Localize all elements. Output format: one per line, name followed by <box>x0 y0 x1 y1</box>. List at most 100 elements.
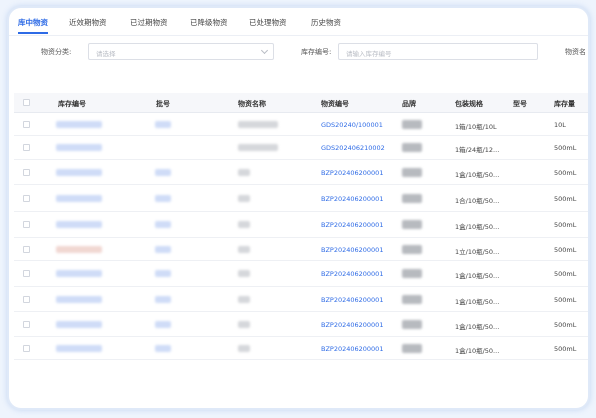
package-spec: 1盒/10瓶/50... <box>455 272 500 280</box>
col-package-spec: 包装规格 <box>455 100 483 108</box>
category-select[interactable]: 请选择 <box>88 43 274 60</box>
table-row[interactable]: GDS202406210002 1箱/24瓶/12... 500mL <box>14 136 588 160</box>
material-code-link[interactable]: BZP202406200001 <box>321 246 383 254</box>
stock-qty: 10L <box>554 121 566 129</box>
category-label: 物资分类: <box>41 48 72 56</box>
col-material-name: 物资名称 <box>238 100 266 108</box>
col-stock-qty: 库存量 <box>554 100 575 108</box>
batch-no-redacted <box>155 246 171 253</box>
col-brand: 品牌 <box>402 100 416 108</box>
table-header: 库存编号 批号 物资名称 物资编号 品牌 包装规格 型号 库存量 <box>14 93 588 113</box>
material-code-link[interactable]: GDS202406210002 <box>321 144 385 152</box>
row-checkbox[interactable] <box>23 270 30 277</box>
batch-no-redacted <box>155 195 171 202</box>
package-spec: 1盒/10瓶/50... <box>455 298 500 306</box>
material-code-link[interactable]: BZP202406200001 <box>321 345 383 353</box>
tab-bar: 库中物资 近效期物资 已过期物资 已降级物资 已处理物资 历史物资 <box>9 8 588 36</box>
stock-qty: 500mL <box>554 169 577 177</box>
material-name-label: 物资名 <box>565 48 586 56</box>
brand-redacted <box>402 245 422 254</box>
row-checkbox[interactable] <box>23 121 30 128</box>
package-spec: 1盒/10瓶/50... <box>455 171 500 179</box>
table-row[interactable]: BZP202406200001 1盒/10瓶/50... 500mL <box>14 160 588 185</box>
stock-no-redacted <box>56 270 102 277</box>
stock-no-redacted <box>56 144 102 151</box>
brand-redacted <box>402 143 422 152</box>
row-checkbox[interactable] <box>23 221 30 228</box>
table-row[interactable]: BZP202406200001 1盒/10瓶/50... 500mL <box>14 337 588 360</box>
stock-qty: 500mL <box>554 221 577 229</box>
row-checkbox[interactable] <box>23 195 30 202</box>
material-name-redacted <box>238 270 250 277</box>
package-spec: 1箱/10瓶/10L <box>455 123 497 131</box>
material-name-redacted <box>238 221 250 228</box>
stock-no-input[interactable]: 请输入库存编号 <box>338 43 538 60</box>
table-row[interactable]: BZP202406200001 1盒/10瓶/50... 500mL <box>14 312 588 337</box>
table-row[interactable]: BZP202406200001 1盒/10瓶/50... 500mL <box>14 287 588 312</box>
tab-expired[interactable]: 已过期物资 <box>130 17 168 28</box>
stock-qty: 500mL <box>554 345 577 353</box>
col-stock-no: 库存编号 <box>58 100 86 108</box>
material-code-link[interactable]: GDS20240/100001 <box>321 121 383 129</box>
batch-no-redacted <box>155 221 171 228</box>
material-code-link[interactable]: BZP202406200001 <box>321 221 383 229</box>
stock-no-redacted <box>56 221 102 228</box>
stock-no-redacted <box>56 195 102 202</box>
material-code-link[interactable]: BZP202406200001 <box>321 270 383 278</box>
row-checkbox[interactable] <box>23 169 30 176</box>
material-code-link[interactable]: BZP202406200001 <box>321 321 383 329</box>
row-checkbox[interactable] <box>23 345 30 352</box>
tab-history[interactable]: 历史物资 <box>311 17 341 28</box>
row-checkbox[interactable] <box>23 321 30 328</box>
brand-redacted <box>402 320 422 329</box>
brand-redacted <box>402 168 422 177</box>
brand-redacted <box>402 344 422 353</box>
material-code-link[interactable]: BZP202406200001 <box>321 195 383 203</box>
material-name-redacted <box>238 321 250 328</box>
material-name-redacted <box>238 144 278 151</box>
material-code-link[interactable]: BZP202406200001 <box>321 169 383 177</box>
package-spec: 1盒/10瓶/50... <box>455 323 500 331</box>
table-row[interactable]: BZP202406200001 1盒/10瓶/50... 500mL <box>14 261 588 287</box>
tab-downgraded[interactable]: 已降级物资 <box>190 17 228 28</box>
tab-in-stock[interactable]: 库中物资 <box>18 17 48 28</box>
stock-no-redacted <box>56 345 102 352</box>
package-spec: 1箱/24瓶/12... <box>455 146 500 154</box>
table-row[interactable]: BZP202406200001 1盒/10瓶/50... 500mL <box>14 212 588 238</box>
batch-no-redacted <box>155 169 171 176</box>
row-checkbox[interactable] <box>23 296 30 303</box>
package-spec: 1立/10瓶/50... <box>455 248 500 256</box>
table-row[interactable]: BZP202406200001 1立/10瓶/50... 500mL <box>14 238 588 261</box>
tab-near-expiry[interactable]: 近效期物资 <box>69 17 107 28</box>
package-spec: 1合/10瓶/50... <box>455 197 500 205</box>
package-spec: 1盒/10瓶/50... <box>455 223 500 231</box>
tab-processed[interactable]: 已处理物资 <box>249 17 287 28</box>
stock-no-redacted <box>56 296 102 303</box>
material-name-redacted <box>238 345 250 352</box>
row-checkbox[interactable] <box>23 246 30 253</box>
col-batch-no: 批号 <box>156 100 170 108</box>
material-name-redacted <box>238 246 250 253</box>
table-row[interactable]: GDS20240/100001 1箱/10瓶/10L 10L <box>14 114 588 136</box>
stock-no-redacted <box>56 321 102 328</box>
select-all-checkbox[interactable] <box>23 99 30 106</box>
stock-no-redacted <box>56 169 102 176</box>
table-row[interactable]: BZP202406200001 1合/10瓶/50... 500mL <box>14 185 588 212</box>
row-checkbox[interactable] <box>23 144 30 151</box>
category-placeholder: 请选择 <box>96 50 116 58</box>
brand-redacted <box>402 295 422 304</box>
material-code-link[interactable]: BZP202406200001 <box>321 296 383 304</box>
stock-qty: 500mL <box>554 144 577 152</box>
stock-no-redacted <box>56 246 102 253</box>
batch-no-redacted <box>155 270 171 277</box>
app-window: 库中物资 近效期物资 已过期物资 已降级物资 已处理物资 历史物资 物资分类: … <box>7 6 590 410</box>
brand-redacted <box>402 220 422 229</box>
active-tab-indicator <box>18 32 48 34</box>
chevron-down-icon <box>260 46 269 55</box>
package-spec: 1盒/10瓶/50... <box>455 347 500 355</box>
material-name-redacted <box>238 169 250 176</box>
col-material-code: 物资编号 <box>321 100 349 108</box>
material-name-redacted <box>238 121 278 128</box>
brand-redacted <box>402 194 422 203</box>
stock-qty: 500mL <box>554 296 577 304</box>
